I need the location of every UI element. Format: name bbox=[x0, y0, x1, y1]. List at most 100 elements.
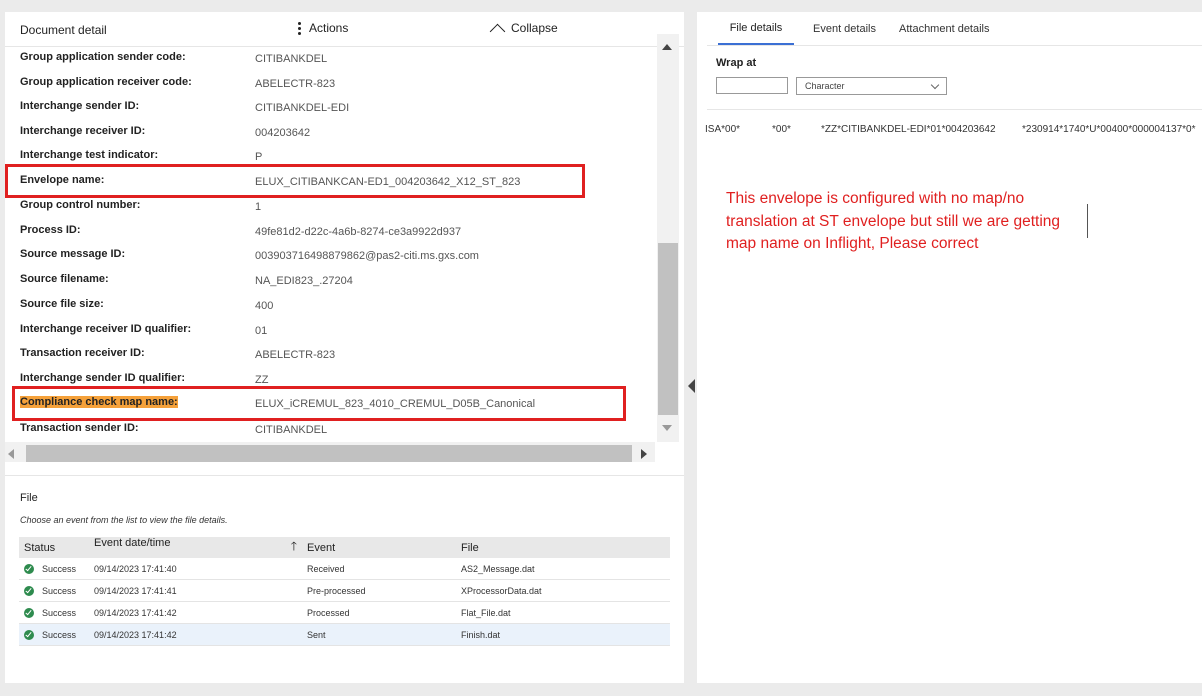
edi-segment: *230914*1740*U*00400*000004137*0* bbox=[1022, 124, 1196, 135]
field-label: Group control number: bbox=[20, 199, 141, 211]
scroll-left-arrow-icon[interactable] bbox=[8, 449, 14, 459]
file-cell: Flat_File.dat bbox=[456, 601, 670, 624]
success-check-icon bbox=[24, 607, 34, 618]
field-value: ABELECTR-823 bbox=[255, 78, 336, 90]
wrap-unit-value: Character bbox=[805, 81, 845, 91]
success-check-icon bbox=[24, 629, 34, 640]
column-header-status[interactable]: Status bbox=[19, 537, 89, 558]
success-check-icon bbox=[24, 585, 34, 596]
status-text: Success bbox=[42, 563, 77, 574]
column-header-datetime[interactable]: Event date/time 🡑 bbox=[89, 537, 302, 558]
field-value: 1 bbox=[255, 201, 262, 213]
collapse-button[interactable]: Collapse bbox=[489, 18, 558, 39]
field-label: Transaction sender ID: bbox=[20, 422, 139, 434]
status-cell: Success bbox=[19, 601, 89, 624]
status-text: Success bbox=[42, 629, 77, 640]
field-label: Source message ID: bbox=[20, 248, 126, 260]
field-label: Source filename: bbox=[20, 273, 109, 285]
field-value: 003903716498879862@pas2-citi.ms.gxs.com bbox=[255, 250, 479, 262]
field-value: CITIBANKDEL-EDI bbox=[255, 102, 350, 114]
divider bbox=[707, 109, 1202, 110]
tab-file-details[interactable]: File details bbox=[718, 12, 794, 45]
event-cell: Sent bbox=[302, 623, 456, 646]
field-label: Transaction receiver ID: bbox=[20, 347, 145, 359]
tab-event-details[interactable]: Event details bbox=[813, 12, 876, 45]
datetime-cell: 09/14/2023 17:41:42 bbox=[89, 601, 302, 624]
file-section-hint: Choose an event from the list to view th… bbox=[20, 515, 228, 525]
success-check-icon bbox=[24, 563, 34, 574]
field-row: Group application sender code: CITIBANKDE… bbox=[5, 51, 655, 75]
table-row-selected[interactable]: Success 09/14/2023 17:41:42 Sent Finish.… bbox=[19, 623, 670, 646]
field-label: Group application receiver code: bbox=[20, 76, 192, 88]
file-details-panel: File details Event details Attachment de… bbox=[697, 12, 1202, 683]
status-text: Success bbox=[42, 607, 77, 618]
status-cell: Success bbox=[19, 623, 89, 646]
field-row: Interchange receiver ID qualifier: 01 bbox=[5, 323, 655, 347]
table-row[interactable]: Success 09/14/2023 17:41:41 Pre-processe… bbox=[19, 579, 670, 602]
field-value: CITIBANKDEL bbox=[255, 53, 328, 65]
field-value: 400 bbox=[255, 300, 274, 312]
field-label: Interchange test indicator: bbox=[20, 149, 159, 161]
event-cell: Received bbox=[302, 558, 456, 580]
chevron-down-icon bbox=[930, 80, 940, 89]
field-row: Group control number: 1 bbox=[5, 199, 655, 223]
panel-header: Document detail Actions Collapse bbox=[5, 12, 684, 47]
document-detail-panel: Document detail Actions Collapse Group a… bbox=[5, 12, 684, 683]
scroll-down-arrow-icon[interactable] bbox=[662, 425, 672, 431]
field-value: P bbox=[255, 151, 263, 163]
wrap-unit-select[interactable]: Character bbox=[796, 77, 947, 95]
column-header-event[interactable]: Event bbox=[302, 537, 456, 558]
edi-segment: ISA*00* bbox=[705, 124, 741, 135]
field-row: Source filename: NA_EDI823_.27204 bbox=[5, 273, 655, 297]
wrap-at-input[interactable] bbox=[716, 77, 788, 94]
field-label: Interchange receiver ID: bbox=[20, 125, 146, 137]
divider bbox=[5, 475, 684, 476]
datetime-cell: 09/14/2023 17:41:42 bbox=[89, 623, 302, 646]
field-label: Interchange sender ID qualifier: bbox=[20, 372, 186, 384]
sort-ascending-icon[interactable]: 🡑 bbox=[291, 537, 297, 558]
column-header-datetime-label: Event date/time bbox=[94, 537, 171, 549]
field-value: 004203642 bbox=[255, 127, 311, 139]
field-row: Group application receiver code: ABELECTR… bbox=[5, 76, 655, 100]
panel-collapse-handle-icon[interactable] bbox=[688, 379, 695, 393]
table-header-row: Status Event date/time 🡑 Event File bbox=[19, 537, 670, 558]
datetime-cell: 09/14/2023 17:41:41 bbox=[89, 579, 302, 602]
table-row[interactable]: Success 09/14/2023 17:41:42 Processed Fl… bbox=[19, 601, 670, 624]
vertical-scroll-thumb[interactable] bbox=[658, 243, 678, 415]
panel-title: Document detail bbox=[20, 23, 107, 37]
events-table: Status Event date/time 🡑 Event File Succe… bbox=[19, 537, 670, 646]
edi-segment: *ZZ*CITIBANKDEL-EDI*01*004203642 bbox=[821, 124, 996, 135]
highlight-box-map-name bbox=[12, 386, 626, 421]
scroll-up-arrow-icon[interactable] bbox=[662, 44, 672, 50]
field-row: Process ID: 49fe81d2-d22c-4a6b-8274-ce3a9… bbox=[5, 224, 655, 248]
collapse-label: Collapse bbox=[511, 21, 558, 35]
event-cell: Pre-processed bbox=[302, 579, 456, 602]
column-header-file[interactable]: File bbox=[456, 537, 670, 558]
field-value: 49fe81d2-d22c-4a6b-8274-ce3a9922d937 bbox=[255, 226, 462, 238]
field-label: Group application sender code: bbox=[20, 51, 186, 63]
horizontal-scroll-thumb[interactable] bbox=[26, 445, 632, 462]
field-row: Source file size: 400 bbox=[5, 298, 655, 322]
status-cell: Success bbox=[19, 558, 89, 580]
scroll-right-arrow-icon[interactable] bbox=[641, 449, 647, 459]
field-value: ZZ bbox=[255, 374, 269, 386]
text-cursor bbox=[1087, 204, 1088, 238]
field-label: Interchange sender ID: bbox=[20, 100, 140, 112]
file-cell: AS2_Message.dat bbox=[456, 558, 670, 580]
file-section-title: File bbox=[20, 492, 38, 504]
actions-button[interactable]: Actions bbox=[297, 18, 348, 38]
edi-segment: *00* bbox=[772, 124, 791, 135]
field-row: Interchange receiver ID: 004203642 bbox=[5, 125, 655, 149]
datetime-cell: 09/14/2023 17:41:40 bbox=[89, 558, 302, 580]
actions-label: Actions bbox=[309, 21, 349, 35]
field-row: Source message ID: 003903716498879862@pas… bbox=[5, 248, 655, 272]
field-value: ABELECTR-823 bbox=[255, 349, 336, 361]
highlight-box-envelope bbox=[5, 164, 585, 198]
field-value: CITIBANKDEL bbox=[255, 424, 328, 436]
annotation-note: This envelope is configured with no map/… bbox=[726, 190, 1061, 252]
tab-attachment-details[interactable]: Attachment details bbox=[899, 12, 990, 45]
field-row: Transaction receiver ID: ABELECTR-823 bbox=[5, 347, 655, 371]
field-label: Interchange receiver ID qualifier: bbox=[20, 323, 192, 335]
table-row[interactable]: Success 09/14/2023 17:41:40 Received AS2… bbox=[19, 558, 670, 580]
kebab-menu-icon bbox=[297, 21, 301, 35]
